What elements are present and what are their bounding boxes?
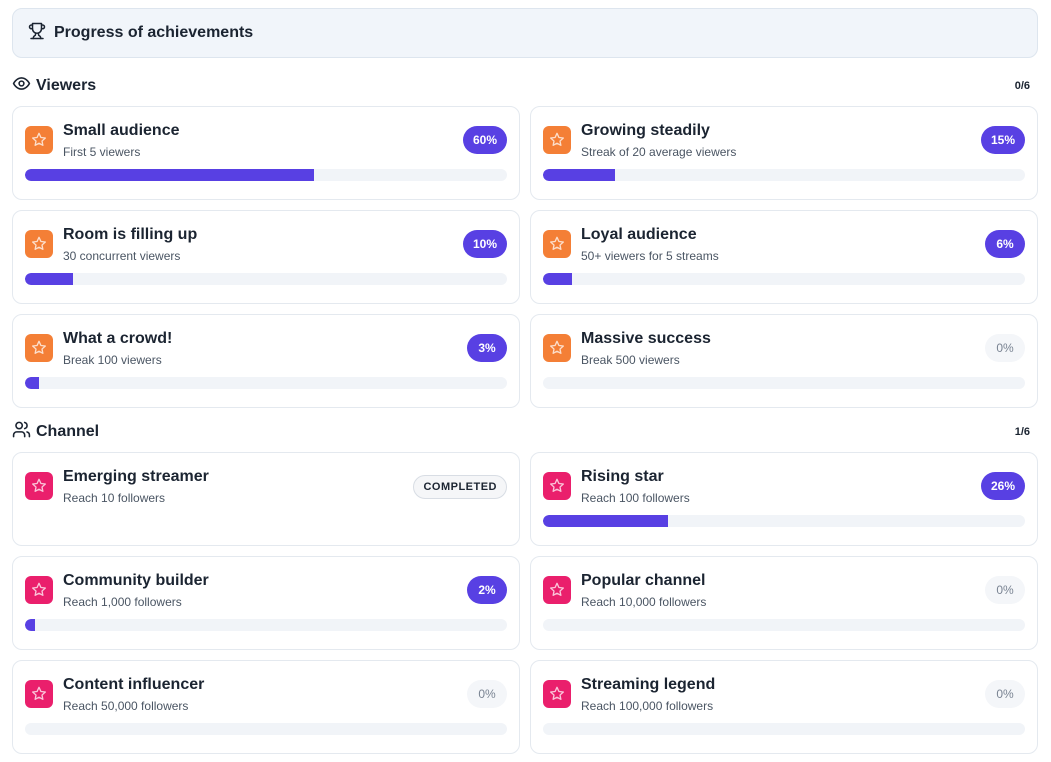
progress-fill — [25, 619, 35, 631]
achievement-icon — [543, 472, 571, 500]
achievement-icon — [25, 230, 53, 258]
achievement-description: Reach 10,000 followers — [581, 595, 707, 609]
progress-badge: 6% — [985, 230, 1025, 258]
progress-bar — [543, 377, 1025, 389]
progress-fill — [543, 273, 572, 285]
progress-badge: 26% — [980, 472, 1025, 500]
achievement-name: Rising star — [581, 468, 664, 485]
progress-badge: 3% — [467, 334, 507, 362]
achievement-icon — [25, 576, 53, 604]
achievement-icon — [25, 680, 53, 708]
achievement-name: Growing steadily — [581, 122, 710, 139]
progress-badge: 0% — [985, 334, 1025, 362]
progress-fill — [543, 169, 616, 181]
progress-fill — [25, 377, 40, 389]
achievement-description: Reach 100 followers — [581, 491, 690, 505]
progress-bar — [25, 169, 507, 181]
completed-badge: COMPLETED — [413, 475, 507, 499]
achievement-name: Room is filling up — [63, 226, 198, 243]
progress-bar — [543, 723, 1025, 735]
eye-icon — [12, 74, 31, 98]
achievement-icon — [25, 334, 53, 362]
achievement-icon — [543, 230, 571, 258]
progress-bar — [543, 619, 1025, 631]
achievement-description: 30 concurrent viewers — [63, 249, 181, 263]
progress-badge: 0% — [985, 576, 1025, 604]
achievement-icon — [25, 126, 53, 154]
achievement-card: Growing steadily Streak of 20 average vie… — [530, 106, 1038, 200]
achievements-header: Progress of achievements — [12, 8, 1038, 58]
progress-bar — [25, 273, 507, 285]
progress-bar — [543, 515, 1025, 527]
achievement-description: Reach 100,000 followers — [581, 699, 714, 713]
section-title: Channel — [36, 423, 100, 440]
achievement-description: Streak of 20 average viewers — [581, 145, 737, 159]
achievement-card: Small audience First 5 viewers 60% — [12, 106, 520, 200]
achievement-description: Reach 50,000 followers — [63, 699, 189, 713]
achievement-grid-channel: Emerging streamer Reach 10 followers COMPL… — [12, 452, 1038, 754]
progress-fill — [25, 273, 74, 285]
achievement-description: Break 100 viewers — [63, 353, 162, 367]
achievement-name: Loyal audience — [581, 226, 697, 243]
section-count: 1/6 — [1014, 426, 1030, 438]
achievement-description: Reach 10 followers — [63, 491, 166, 505]
achievement-description: 50+ viewers for 5 streams — [581, 249, 719, 263]
achievement-name: Emerging streamer — [63, 468, 209, 485]
achievement-name: Popular channel — [581, 572, 706, 589]
progress-badge: 2% — [467, 576, 507, 604]
achievement-name: Small audience — [63, 122, 180, 139]
achievement-card: Rising star Reach 100 followers 26% — [530, 452, 1038, 546]
achievement-icon — [543, 126, 571, 154]
achievement-description: Break 500 viewers — [581, 353, 680, 367]
achievement-card: Content influencer Reach 50,000 followers… — [12, 660, 520, 754]
section-header-channel: Channel 1/6 — [12, 420, 1038, 444]
achievement-card: Massive success Break 500 viewers 0% — [530, 314, 1038, 408]
achievement-grid-viewers: Small audience First 5 viewers 60% Growing … — [12, 106, 1038, 408]
progress-bar — [25, 377, 507, 389]
section-title: Viewers — [36, 77, 97, 94]
section-count: 0/6 — [1014, 80, 1030, 92]
achievement-description: Reach 1,000 followers — [63, 595, 182, 609]
page-title: Progress of achievements — [54, 24, 254, 41]
progress-fill — [543, 515, 669, 527]
progress-badge: 0% — [467, 680, 507, 708]
achievement-name: What a crowd! — [63, 330, 173, 347]
achievement-card: Room is filling up 30 concurrent viewers 1… — [12, 210, 520, 304]
progress-fill — [25, 169, 315, 181]
progress-badge: 0% — [985, 680, 1025, 708]
achievement-card: Loyal audience 50+ viewers for 5 streams 6… — [530, 210, 1038, 304]
progress-badge: 15% — [980, 126, 1025, 154]
achievement-card: Emerging streamer Reach 10 followers COMPL… — [12, 452, 520, 546]
progress-badge: 10% — [462, 230, 507, 258]
progress-bar — [25, 619, 507, 631]
achievement-name: Community builder — [63, 572, 209, 589]
achievement-name: Content influencer — [63, 676, 205, 693]
achievement-icon — [543, 576, 571, 604]
achievement-icon — [543, 334, 571, 362]
progress-bar — [543, 169, 1025, 181]
achievement-name: Streaming legend — [581, 676, 716, 693]
progress-badge: 60% — [462, 126, 507, 154]
section-header-viewers: Viewers 0/6 — [12, 76, 1038, 96]
progress-bar — [25, 723, 507, 735]
achievement-card: Community builder Reach 1,000 followers 2% — [12, 556, 520, 650]
achievement-icon — [25, 472, 53, 500]
users-icon — [12, 420, 31, 444]
achievement-icon — [543, 680, 571, 708]
achievement-card: Streaming legend Reach 100,000 followers 0… — [530, 660, 1038, 754]
trophy-icon — [28, 22, 46, 45]
achievement-name: Massive success — [581, 330, 711, 347]
achievement-card: Popular channel Reach 10,000 followers 0% — [530, 556, 1038, 650]
achievement-description: First 5 viewers — [63, 145, 141, 159]
achievement-card: What a crowd! Break 100 viewers 3% — [12, 314, 520, 408]
progress-bar — [543, 273, 1025, 285]
